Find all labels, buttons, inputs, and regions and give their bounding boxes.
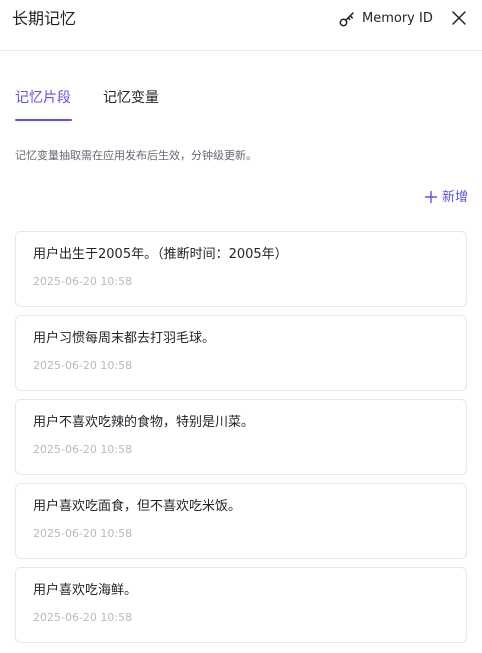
memory-text: 用户不喜欢吃辣的食物，特别是川菜。 bbox=[33, 415, 255, 430]
memory-card[interactable]: 用户喜欢吃海鲜。 2025-06-20 10:58 bbox=[15, 567, 467, 643]
tab-memory-fragments[interactable]: 记忆片段 bbox=[15, 86, 71, 110]
close-icon bbox=[450, 9, 468, 27]
memory-id-button[interactable]: Memory ID bbox=[338, 8, 433, 30]
panel-header: 长期记忆 Memory ID bbox=[0, 0, 482, 51]
memory-text: 用户喜欢吃面食，但不喜欢吃米饭。 bbox=[33, 499, 242, 514]
memory-timestamp: 2025-06-20 10:58 bbox=[33, 611, 133, 624]
memory-card[interactable]: 用户习惯每周末都去打羽毛球。 2025-06-20 10:58 bbox=[15, 315, 467, 391]
memory-id-label: Memory ID bbox=[362, 11, 433, 26]
memory-text: 用户习惯每周末都去打羽毛球。 bbox=[33, 331, 216, 346]
active-tab-indicator bbox=[15, 119, 72, 121]
plus-icon bbox=[424, 189, 438, 208]
close-button[interactable] bbox=[450, 9, 468, 27]
memory-timestamp: 2025-06-20 10:58 bbox=[33, 527, 133, 540]
memory-list: 用户出生于2005年。（推断时间：2005年） 2025-06-20 10:58… bbox=[15, 231, 467, 651]
memory-text: 用户出生于2005年。（推断时间：2005年） bbox=[33, 247, 288, 262]
tab-memory-variables[interactable]: 记忆变量 bbox=[103, 86, 159, 110]
memory-text: 用户喜欢吃海鲜。 bbox=[33, 583, 138, 598]
panel-title: 长期记忆 bbox=[12, 9, 77, 28]
memory-card[interactable]: 用户喜欢吃面食，但不喜欢吃米饭。 2025-06-20 10:58 bbox=[15, 483, 467, 559]
key-icon bbox=[338, 10, 356, 28]
add-memory-button[interactable]: 新增 bbox=[424, 189, 468, 207]
memory-card[interactable]: 用户出生于2005年。（推断时间：2005年） 2025-06-20 10:58 bbox=[15, 231, 467, 307]
memory-timestamp: 2025-06-20 10:58 bbox=[33, 275, 133, 288]
memory-timestamp: 2025-06-20 10:58 bbox=[33, 443, 133, 456]
memory-timestamp: 2025-06-20 10:58 bbox=[33, 359, 133, 372]
tab-bar: 记忆片段 记忆变量 bbox=[15, 86, 467, 122]
add-memory-label: 新增 bbox=[442, 190, 469, 205]
memory-card[interactable]: 用户不喜欢吃辣的食物，特别是川菜。 2025-06-20 10:58 bbox=[15, 399, 467, 475]
hint-text: 记忆变量抽取需在应用发布后生效，分钟级更新。 bbox=[15, 149, 257, 162]
